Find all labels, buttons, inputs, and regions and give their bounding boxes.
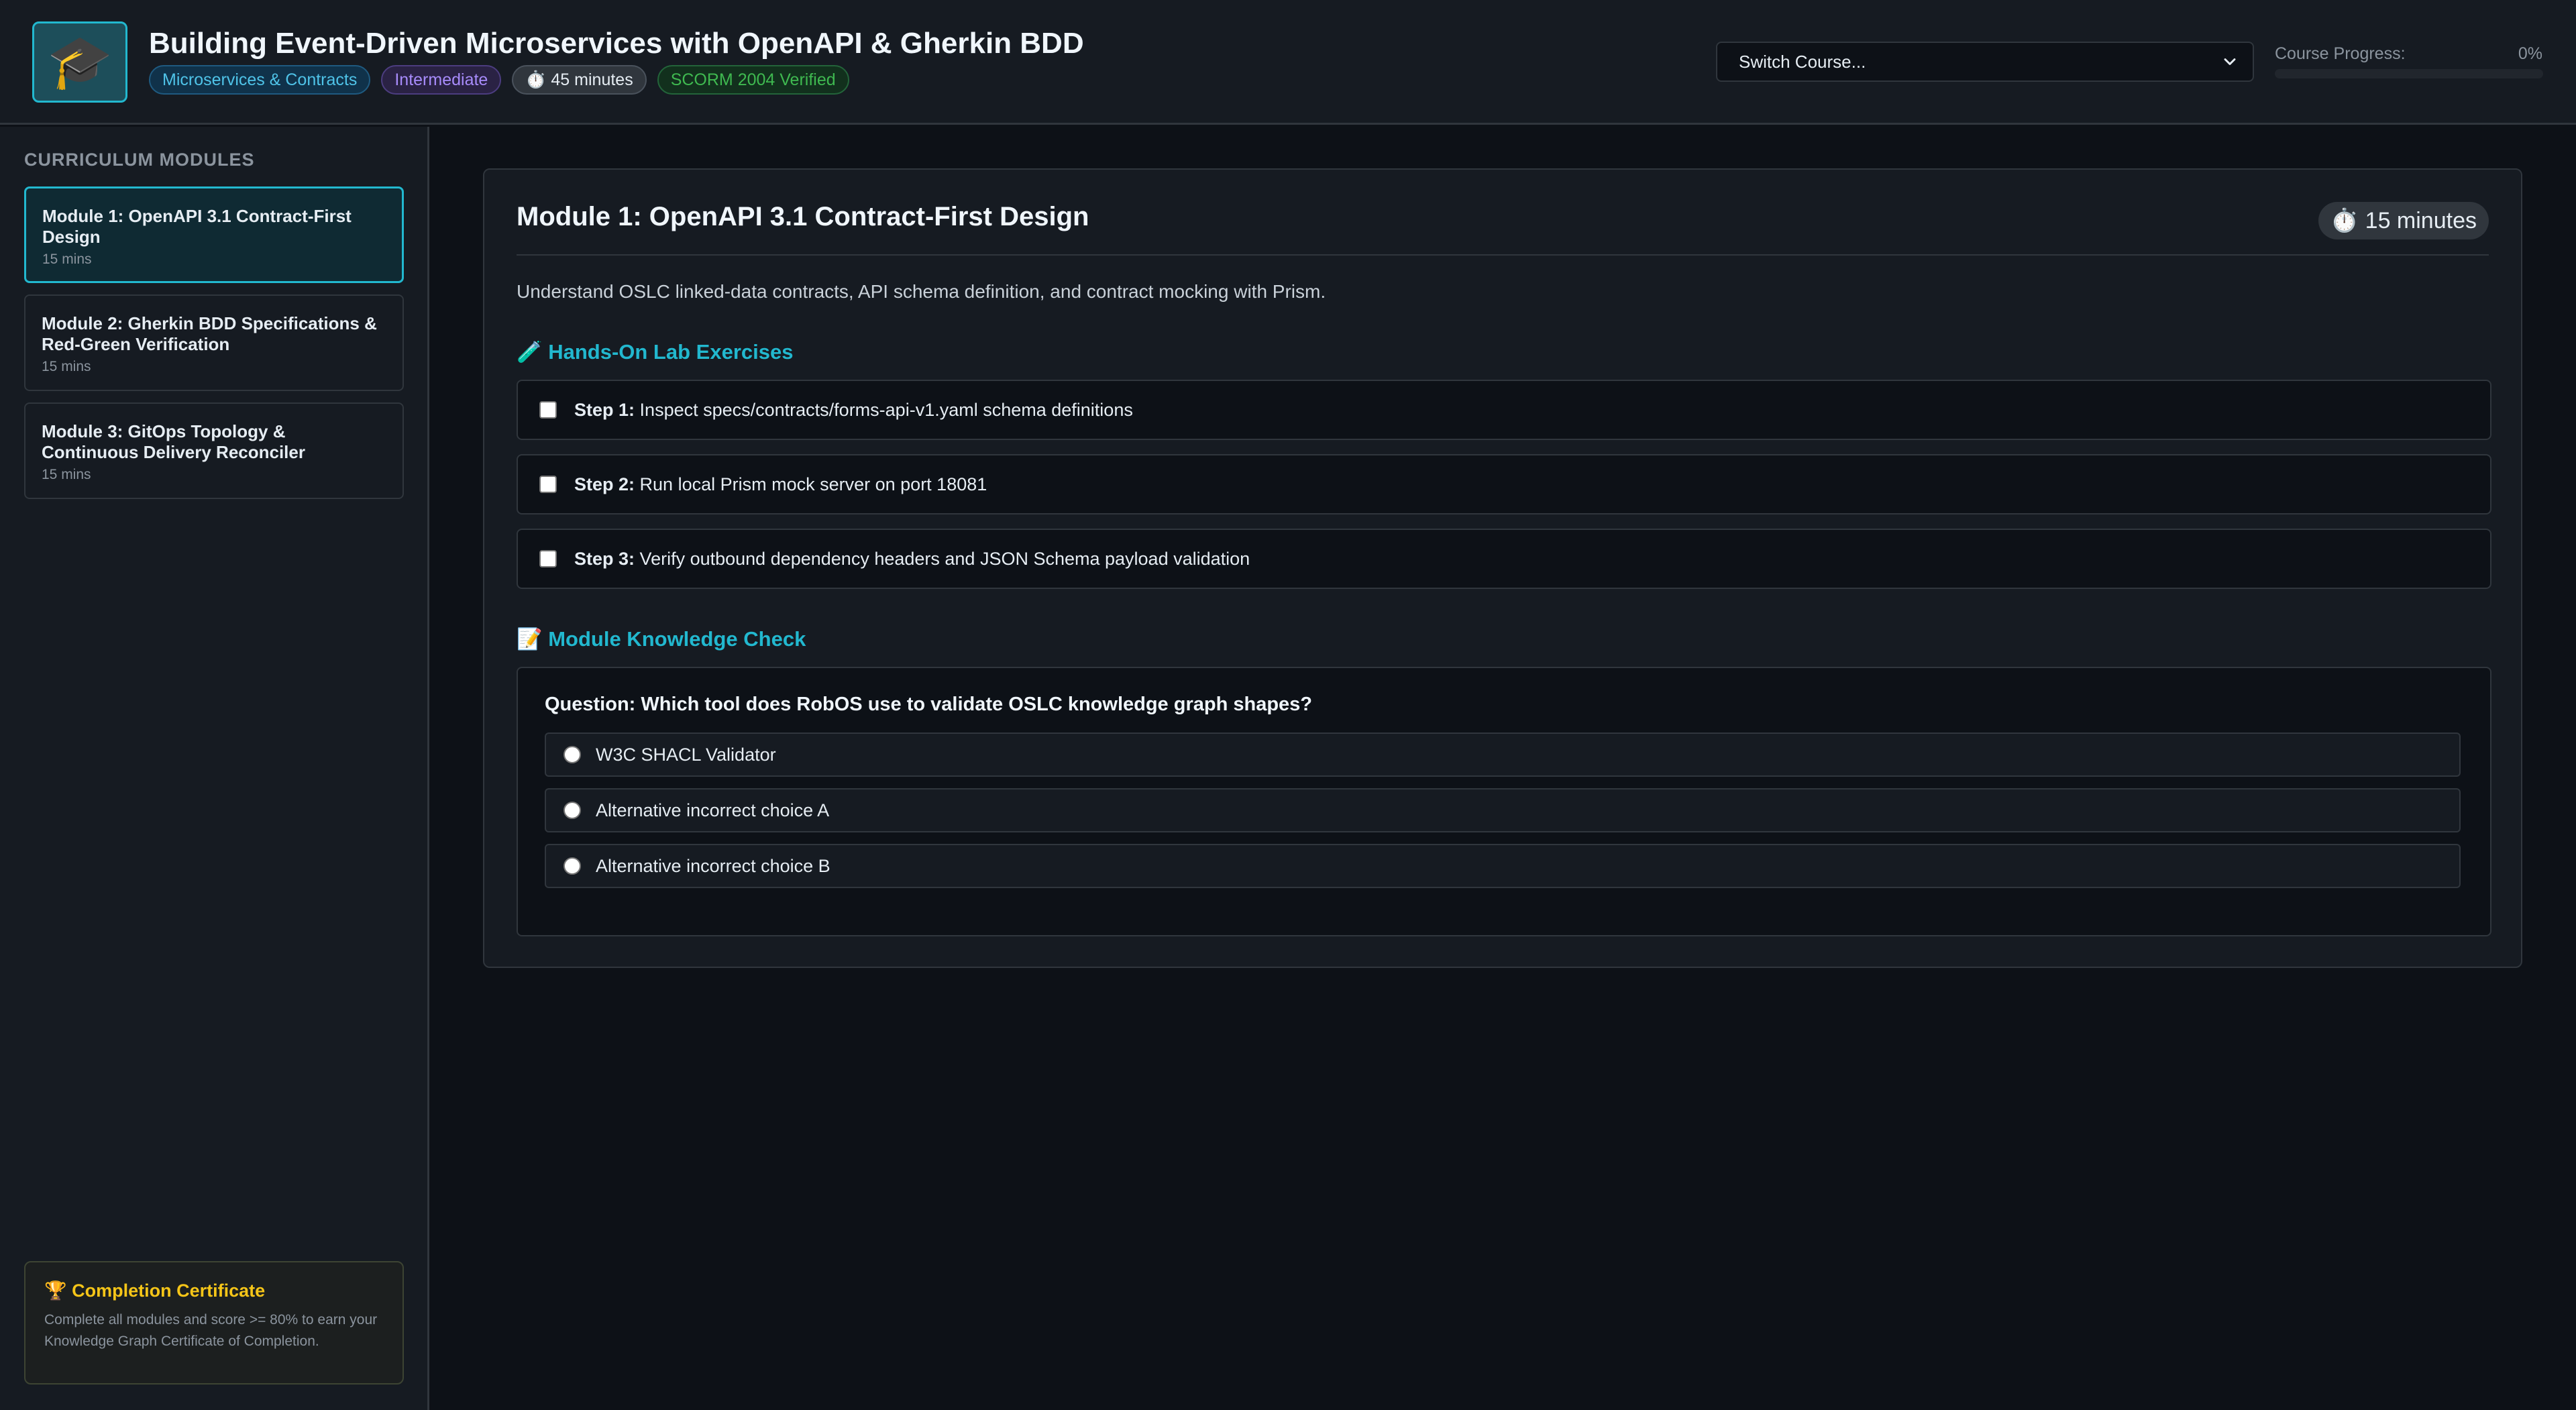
switch-course-select[interactable]: Switch Course... bbox=[1716, 42, 2254, 82]
divider bbox=[517, 254, 2489, 256]
sidebar-item-module-3[interactable]: Module 3: GitOps Topology & Continuous D… bbox=[24, 402, 404, 499]
knowledge-check-heading: 📝 Module Knowledge Check bbox=[517, 627, 806, 651]
progress-bar bbox=[2275, 69, 2543, 78]
completion-certificate-card: 🏆 Completion Certificate Complete all mo… bbox=[24, 1261, 404, 1385]
option-label: Alternative incorrect choice B bbox=[596, 855, 830, 876]
quiz-option-1[interactable]: W3C SHACL Validator bbox=[545, 733, 2461, 777]
quiz-option-3[interactable]: Alternative incorrect choice B bbox=[545, 844, 2461, 888]
progress-label: Course Progress: bbox=[2275, 44, 2406, 63]
module-title: Module 2: Gherkin BDD Specifications & R… bbox=[42, 313, 377, 354]
curriculum-sidebar: Curriculum Modules Module 1: OpenAPI 3.1… bbox=[0, 127, 429, 1410]
step-text: Inspect specs/contracts/forms-api-v1.yam… bbox=[639, 399, 1133, 420]
duration-badge: ⏱️ 45 minutes bbox=[512, 65, 647, 95]
lab-step-1[interactable]: Step 1: Inspect specs/contracts/forms-ap… bbox=[517, 380, 2491, 440]
module-duration: 15 mins bbox=[42, 359, 91, 374]
sidebar-item-module-1[interactable]: Module 1: OpenAPI 3.1 Contract-First Des… bbox=[24, 186, 404, 283]
step-checkbox[interactable] bbox=[539, 550, 557, 567]
step-label: Step 3: bbox=[574, 548, 635, 569]
option-radio[interactable] bbox=[564, 746, 581, 763]
course-header: 🎓 Building Event-Driven Microservices wi… bbox=[0, 0, 2576, 125]
step-text: Run local Prism mock server on port 1808… bbox=[639, 474, 987, 494]
topic-badge: Microservices & Contracts bbox=[149, 65, 371, 95]
module-title: Module 1: OpenAPI 3.1 Contract-First Des… bbox=[42, 206, 352, 247]
option-label: W3C SHACL Validator bbox=[596, 744, 776, 765]
step-label: Step 1: bbox=[574, 399, 635, 420]
module-title: Module 3: GitOps Topology & Continuous D… bbox=[42, 421, 305, 462]
module-duration-badge: ⏱️ 15 minutes bbox=[2318, 202, 2489, 239]
level-badge: Intermediate bbox=[381, 65, 502, 95]
lab-exercises-heading: 🧪 Hands-On Lab Exercises bbox=[517, 340, 794, 364]
scorm-badge: SCORM 2004 Verified bbox=[657, 65, 849, 95]
knowledge-check-card: Question: Which tool does RobOS use to v… bbox=[517, 667, 2491, 936]
module-description: Understand OSLC linked-data contracts, A… bbox=[517, 281, 1326, 302]
module-panel: Module 1: OpenAPI 3.1 Contract-First Des… bbox=[483, 168, 2522, 968]
step-label: Step 2: bbox=[574, 474, 635, 494]
module-title-heading: Module 1: OpenAPI 3.1 Contract-First Des… bbox=[517, 202, 1089, 231]
module-duration: 15 mins bbox=[42, 467, 91, 482]
course-badges: Microservices & Contracts Intermediate ⏱… bbox=[149, 65, 849, 95]
step-text: Verify outbound dependency headers and J… bbox=[639, 548, 1250, 569]
lab-step-3[interactable]: Step 3: Verify outbound dependency heade… bbox=[517, 529, 2491, 589]
lab-step-2[interactable]: Step 2: Run local Prism mock server on p… bbox=[517, 454, 2491, 514]
step-checkbox[interactable] bbox=[539, 476, 557, 493]
progress-value: 0% bbox=[2518, 44, 2542, 63]
option-radio[interactable] bbox=[564, 857, 581, 875]
quiz-option-2[interactable]: Alternative incorrect choice A bbox=[545, 788, 2461, 832]
certificate-text: Complete all modules and score >= 80% to… bbox=[44, 1312, 378, 1349]
option-label: Alternative incorrect choice A bbox=[596, 800, 830, 820]
sidebar-item-module-2[interactable]: Module 2: Gherkin BDD Specifications & R… bbox=[24, 294, 404, 391]
module-duration: 15 mins bbox=[42, 252, 92, 267]
step-checkbox[interactable] bbox=[539, 401, 557, 419]
switch-course-label: Switch Course... bbox=[1739, 51, 1866, 72]
chevron-down-icon bbox=[2224, 58, 2236, 65]
course-title: Building Event-Driven Microservices with… bbox=[149, 27, 1084, 60]
sidebar-heading: Curriculum Modules bbox=[24, 150, 255, 170]
certificate-title: 🏆 Completion Certificate bbox=[44, 1281, 266, 1301]
graduation-cap-icon: 🎓 bbox=[32, 21, 127, 103]
option-radio[interactable] bbox=[564, 802, 581, 819]
quiz-question: Question: Which tool does RobOS use to v… bbox=[545, 694, 1313, 715]
